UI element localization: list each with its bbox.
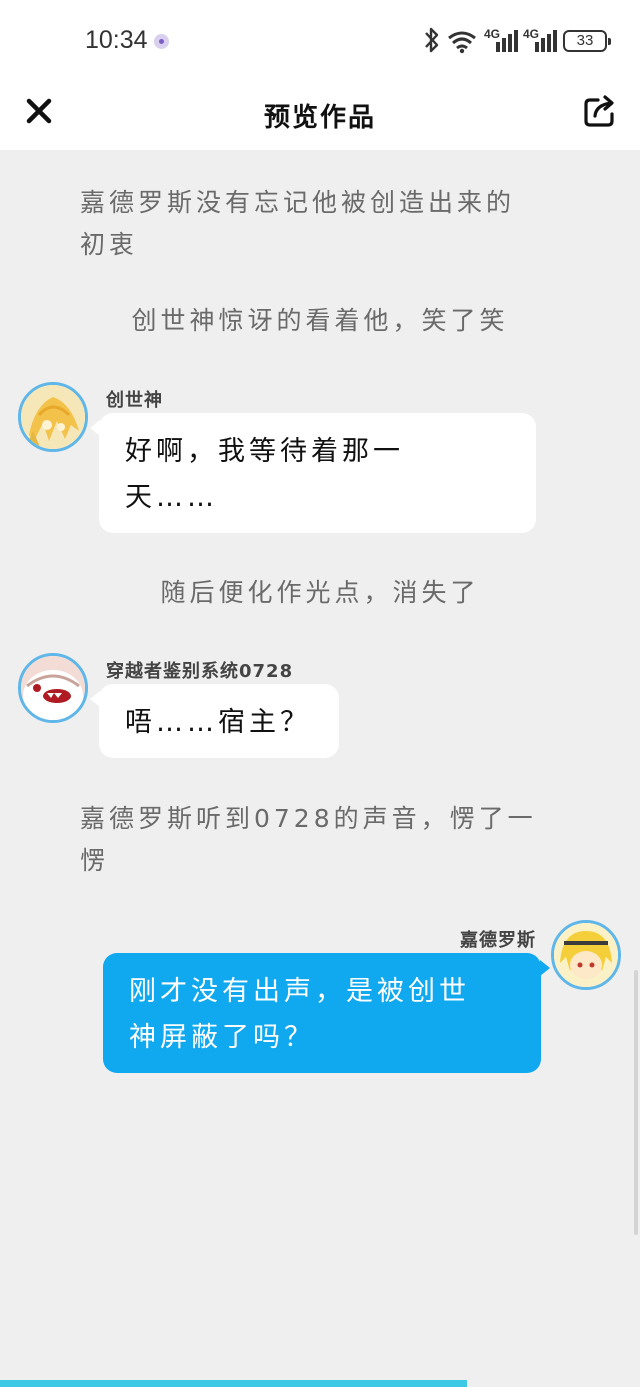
chat-bubble: 好啊，我等待着那一 天…… [99, 413, 536, 533]
reading-progress-bar [0, 1380, 468, 1387]
status-time: 10:34 [85, 26, 148, 54]
narration-text: 创世神惊讶的看着他，笑了笑 [131, 306, 509, 335]
chat-line: 神屏蔽了吗？ [129, 1022, 315, 1053]
speaker-name: 嘉德罗斯 [460, 930, 536, 951]
signal-icon [496, 30, 518, 52]
share-icon[interactable] [582, 93, 618, 129]
notification-dot-icon [154, 34, 169, 49]
chat-line: 天…… [125, 482, 218, 513]
golden-haired-character-avatar[interactable] [18, 382, 88, 452]
signal-icon [535, 30, 557, 52]
avatar-image [21, 385, 85, 449]
narration-text: 嘉德罗斯没有忘记他被创造出来的 初衷 [80, 182, 550, 266]
narration-line: 嘉德罗斯听到0728的声音，愣了一 [80, 804, 537, 833]
bubble-tail [540, 960, 550, 976]
battery-indicator: 33 [563, 30, 611, 52]
narration-line: 初衷 [80, 230, 139, 259]
avatar-image [21, 656, 85, 720]
wifi-icon [448, 31, 476, 54]
avatar-image [554, 923, 618, 987]
speaker-name: 创世神 [106, 390, 163, 411]
narration-line: 愣 [80, 846, 110, 875]
chat-bubble: 唔……宿主？ [99, 684, 339, 758]
page-title: 预览作品 [263, 103, 376, 133]
chat-line: 刚才没有出声，是被创世 [129, 976, 470, 1007]
bluetooth-icon [425, 27, 439, 53]
chat-bubble: 刚才没有出声，是被创世 神屏蔽了吗？ [103, 953, 541, 1073]
chat-line: 好啊，我等待着那一 [125, 436, 404, 467]
narration-text: 随后便化作光点，消失了 [160, 578, 480, 607]
narration-line: 嘉德罗斯没有忘记他被创造出来的 [80, 188, 516, 217]
chat-line: 唔……宿主？ [125, 707, 311, 738]
top-nav-bar: 预览作品 [0, 80, 640, 150]
blonde-character-avatar[interactable] [551, 920, 621, 990]
speaker-name: 穿越者鉴别系统0728 [106, 661, 294, 682]
white-creature-avatar[interactable] [18, 653, 88, 723]
narration-text: 嘉德罗斯听到0728的声音，愣了一 愣 [80, 798, 550, 882]
scrollbar[interactable] [634, 970, 638, 1235]
status-bar: 10:34 4G 4G 33 [0, 0, 640, 80]
